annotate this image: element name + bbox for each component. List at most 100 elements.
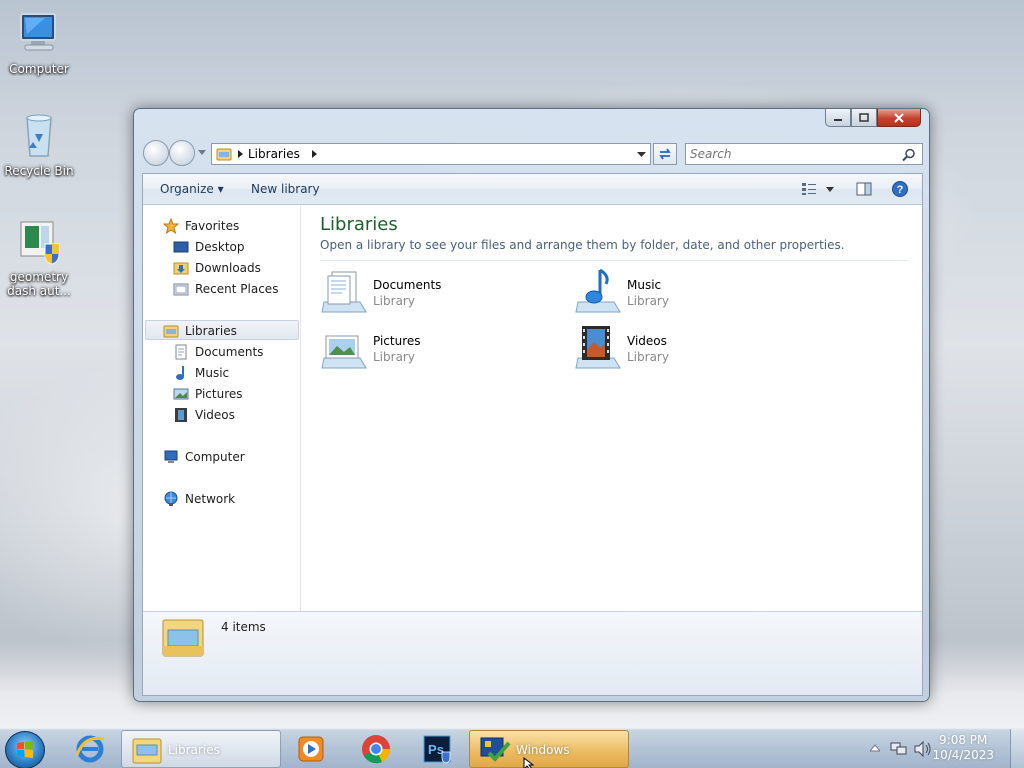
minimize-button[interactable] [825, 109, 851, 127]
libraries-large-icon [162, 619, 204, 657]
windows-logo-icon [17, 741, 33, 758]
sidebar-item-recent-places[interactable]: Recent Places [173, 279, 278, 298]
taskbar-button-label: Libraries [168, 743, 220, 757]
network-tray-icon[interactable] [890, 741, 908, 757]
library-name: Pictures [373, 334, 421, 348]
desktop-icon-label: Recycle Bin [4, 164, 74, 178]
sidebar-item-label: Desktop [195, 239, 245, 254]
music-icon [176, 365, 184, 380]
breadcrumb-arrow-icon[interactable] [311, 150, 318, 158]
search-input[interactable] [690, 147, 895, 161]
sidebar-item-label: Pictures [195, 386, 243, 401]
installer-shield-icon [20, 221, 60, 265]
videos-library-icon [575, 326, 621, 369]
desktop-icon-geometry-dash[interactable]: geometry dash aut... [1, 218, 77, 298]
show-hidden-icons-arrow[interactable] [870, 744, 880, 752]
search-icon[interactable] [902, 148, 916, 162]
library-name: Documents [373, 278, 442, 292]
sidebar-item-downloads[interactable]: Downloads [173, 258, 261, 277]
sidebar-item-desktop[interactable]: Desktop [173, 237, 245, 256]
sidebar-item-label: Network [185, 491, 236, 506]
sidebar-item-label: Computer [185, 449, 245, 464]
sidebar-item-network[interactable]: Network [163, 489, 235, 508]
windows-activation-icon [480, 737, 511, 762]
sidebar-item-label: Downloads [195, 260, 261, 275]
music-library-icon [575, 268, 621, 313]
help-icon[interactable]: ? [892, 181, 908, 197]
maximize-button[interactable] [851, 109, 877, 127]
desktop-icon-computer[interactable]: Computer [1, 10, 77, 76]
show-desktop-button[interactable] [1010, 729, 1024, 768]
chrome-icon[interactable] [360, 733, 392, 765]
taskbar-button-windows[interactable]: Windows [469, 730, 629, 768]
close-button[interactable] [877, 109, 921, 127]
taskbar: Libraries Ps Windows 9:08 PM 10/4/2023 [0, 728, 1024, 768]
computer-icon [164, 450, 178, 463]
address-bar[interactable]: Libraries [211, 143, 651, 165]
sidebar-item-label: Libraries [185, 323, 237, 338]
library-name: Videos [627, 334, 667, 348]
library-type: Library [373, 350, 415, 364]
command-bar: Organize ▾ New library ? [143, 174, 922, 205]
back-button[interactable] [143, 140, 169, 166]
library-item-music[interactable]: Music Library [574, 268, 794, 316]
navigation-bar: Libraries [142, 140, 923, 167]
mouse-cursor-icon [523, 757, 535, 768]
taskbar-button-label: Windows [516, 743, 570, 757]
sidebar-item-documents[interactable]: Documents [173, 342, 263, 361]
media-player-icon[interactable] [296, 734, 326, 764]
sidebar-item-label: Recent Places [195, 281, 279, 296]
libraries-content: Libraries Open a library to see your fil… [302, 206, 922, 643]
maximize-icon [859, 113, 869, 122]
sidebar-item-videos[interactable]: Videos [173, 405, 235, 424]
organize-button[interactable]: Organize ▾ [160, 182, 224, 196]
internet-explorer-icon[interactable] [74, 733, 106, 765]
close-icon [894, 112, 904, 123]
library-type: Library [373, 294, 415, 308]
documents-icon [175, 344, 187, 359]
forward-button[interactable] [169, 140, 195, 166]
divider [320, 260, 908, 261]
preview-pane-icon[interactable] [856, 182, 872, 196]
recent-places-icon [173, 283, 189, 295]
recent-pages-chevron-icon[interactable] [198, 150, 206, 156]
taskbar-button-libraries[interactable]: Libraries [121, 730, 281, 768]
details-pane: 4 items [143, 611, 922, 695]
library-type: Library [627, 350, 669, 364]
breadcrumb-arrow-icon [238, 150, 243, 158]
item-count: 4 items [221, 620, 266, 634]
sidebar-item-label: Favorites [185, 218, 240, 233]
system-clock[interactable]: 9:08 PM 10/4/2023 [932, 733, 994, 763]
new-library-button[interactable]: New library [251, 182, 320, 196]
library-item-documents[interactable]: Documents Library [320, 268, 540, 316]
desktop-icon-recycle-bin[interactable]: Recycle Bin [1, 112, 77, 178]
page-title: Libraries [320, 214, 398, 235]
svg-text:?: ? [897, 184, 904, 196]
library-item-videos[interactable]: Videos Library [574, 324, 794, 372]
downloads-folder-icon [173, 262, 189, 274]
library-item-pictures[interactable]: Pictures Library [320, 324, 540, 372]
start-button[interactable] [5, 731, 45, 768]
network-icon [164, 491, 178, 506]
sidebar-item-favorites[interactable]: Favorites [163, 216, 239, 235]
sidebar-item-libraries[interactable]: Libraries [163, 321, 237, 340]
photoshop-icon[interactable]: Ps [422, 734, 452, 764]
search-box[interactable] [685, 143, 923, 165]
sidebar-item-music[interactable]: Music [173, 363, 229, 382]
address-path[interactable]: Libraries [248, 147, 300, 161]
refresh-button[interactable] [653, 143, 677, 165]
videos-icon [175, 407, 187, 422]
pictures-library-icon [321, 335, 367, 369]
address-dropdown-icon[interactable] [637, 152, 646, 158]
star-icon [163, 217, 179, 234]
documents-library-icon [321, 271, 367, 313]
desktop-icon [173, 241, 189, 252]
library-name: Music [627, 278, 662, 292]
sidebar-item-pictures[interactable]: Pictures [173, 384, 243, 403]
sidebar-item-computer[interactable]: Computer [163, 447, 245, 466]
computer-icon [20, 13, 56, 51]
sidebar-item-label: Music [195, 365, 230, 380]
view-options-icon[interactable] [801, 182, 835, 196]
explorer-icon [132, 738, 162, 764]
volume-icon[interactable] [914, 741, 932, 757]
